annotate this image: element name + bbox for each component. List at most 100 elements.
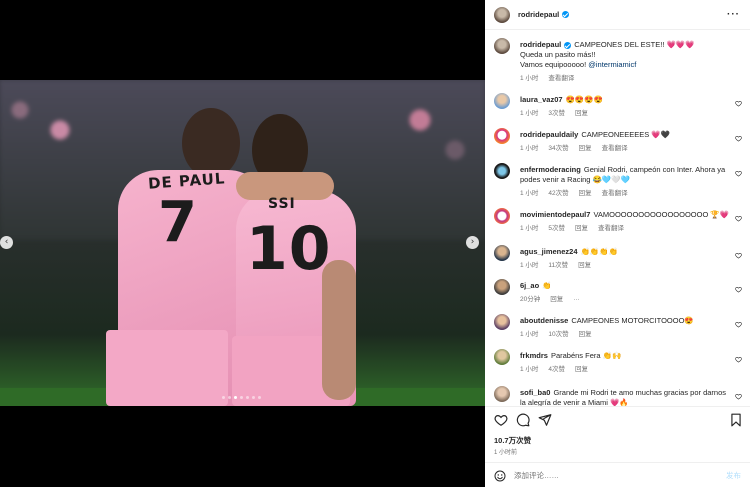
like-count[interactable]: 4次赞 — [548, 365, 565, 375]
reply-button[interactable]: 回复 — [575, 109, 588, 119]
avatar[interactable] — [494, 349, 510, 365]
more-icon[interactable]: ··· — [573, 295, 580, 305]
like-count[interactable]: 11次赞 — [548, 261, 568, 271]
carousel-dot — [258, 396, 261, 399]
comment-username[interactable]: 6j_ao — [520, 281, 539, 290]
timestamp: 1 小时 — [520, 366, 539, 373]
carousel-dot-active — [234, 396, 237, 399]
likes-count[interactable]: 10.7万次赞 — [494, 435, 531, 446]
comment-input[interactable]: 添加评论…… — [514, 470, 726, 481]
heart-icon[interactable] — [735, 135, 742, 142]
instagram-post-modal: DE PAUL 7 SSI 10 ‹ › rodridepaul ··· rod… — [0, 0, 750, 487]
avatar[interactable] — [494, 386, 510, 402]
jersey-number: 10 — [246, 214, 332, 284]
reply-button[interactable]: 回复 — [575, 365, 588, 375]
mention-link[interactable]: @intermiamicf — [588, 60, 636, 69]
reply-button[interactable]: 回复 — [550, 295, 563, 305]
comment-username[interactable]: frkmdrs — [520, 351, 548, 360]
reply-button[interactable]: 回复 — [579, 144, 592, 154]
heart-icon[interactable] — [735, 170, 742, 177]
comment-username[interactable]: laura_vaz07 — [520, 95, 563, 104]
like-count[interactable]: 10次赞 — [548, 330, 568, 340]
reply-button[interactable]: 回复 — [579, 189, 592, 199]
avatar[interactable] — [494, 128, 510, 144]
add-comment-bar: 添加评论…… 发布 — [485, 462, 750, 487]
carousel-dot — [228, 396, 231, 399]
heart-icon[interactable] — [735, 393, 742, 400]
timestamp: 20分钟 — [520, 296, 541, 303]
post-timestamp: 1 小时前 — [494, 450, 518, 456]
comment-text: CAMPEONEEEEES 💗🖤 — [581, 130, 671, 139]
comment-username[interactable]: movimientodepaul7 — [520, 210, 590, 219]
like-count[interactable]: 5次赞 — [548, 224, 565, 234]
post-photo[interactable]: DE PAUL 7 SSI 10 — [0, 80, 485, 406]
comment-username[interactable]: enfermoderacing — [520, 165, 581, 174]
avatar[interactable] — [494, 6, 510, 23]
heart-icon[interactable] — [735, 252, 742, 259]
like-count[interactable]: 3次赞 — [548, 109, 565, 119]
post-comment-button[interactable]: 发布 — [726, 470, 741, 481]
caption-text: Queda un pasito más!! — [520, 50, 596, 59]
caption-text: CAMPEONES DEL ESTE!! 💗💗💗 — [574, 40, 695, 49]
reply-button[interactable]: 回复 — [575, 224, 588, 234]
timestamp: 1 小时 — [520, 145, 539, 152]
comment-text: Grande mi Rodri te amo muchas gracias po… — [520, 388, 727, 406]
avatar[interactable] — [494, 93, 510, 109]
like-count[interactable]: 34次赞 — [548, 144, 568, 154]
chevron-left-icon[interactable]: ‹ — [0, 236, 13, 249]
post-side-panel: rodridepaul ··· rodridepaul CAMPEONES DEL… — [485, 0, 750, 487]
timestamp: 1 小时 — [520, 110, 539, 117]
bookmark-icon[interactable] — [730, 413, 742, 427]
heart-icon[interactable] — [735, 286, 742, 293]
reply-button[interactable]: 回复 — [579, 330, 592, 340]
heart-icon[interactable] — [735, 321, 742, 328]
see-translation-link[interactable]: 查看翻译 — [598, 224, 624, 234]
comment-username[interactable]: agus_jimenez24 — [520, 247, 578, 256]
comment-text: Parabéns Fera 👏🙌 — [550, 351, 622, 360]
post-media: DE PAUL 7 SSI 10 ‹ › — [0, 0, 485, 487]
carousel-dot — [222, 396, 225, 399]
comment-username[interactable]: sofi_ba0 — [520, 388, 550, 397]
timestamp: 1 小时 — [520, 225, 539, 232]
timestamp: 1 小时 — [520, 75, 539, 82]
comment-text: CAMPEONES MOTORCITOOOO😍 — [571, 316, 694, 325]
heart-icon[interactable] — [735, 356, 742, 363]
avatar[interactable] — [494, 38, 510, 54]
comments-list[interactable]: rodridepaul CAMPEONES DEL ESTE!! 💗💗💗 Qued… — [485, 31, 750, 406]
comment-text: 😍😍😍😍 — [565, 95, 603, 104]
post-header: rodridepaul ··· — [485, 0, 750, 30]
more-icon[interactable]: ··· — [727, 9, 740, 20]
share-icon[interactable] — [538, 413, 552, 427]
author-username[interactable]: rodridepaul — [518, 10, 559, 19]
timestamp: 1 小时 — [520, 262, 539, 269]
timestamp: 1 小时 — [520, 190, 539, 197]
see-translation-link[interactable]: 查看翻译 — [548, 74, 574, 84]
carousel-dot — [240, 396, 243, 399]
carousel-dots — [222, 396, 261, 399]
avatar[interactable] — [494, 163, 510, 179]
avatar[interactable] — [494, 279, 510, 295]
caption-text: Vamos equipooooo! — [520, 60, 587, 69]
comment-icon[interactable] — [516, 413, 530, 427]
author-username[interactable]: rodridepaul — [520, 40, 561, 49]
heart-icon[interactable] — [735, 100, 742, 107]
timestamp: 1 小时 — [520, 331, 539, 338]
comment-username[interactable]: aboutdenisse — [520, 316, 568, 325]
comment-username[interactable]: rodridepauldaily — [520, 130, 578, 139]
carousel-dot — [246, 396, 249, 399]
heart-icon[interactable] — [735, 215, 742, 222]
avatar[interactable] — [494, 314, 510, 330]
jersey-name: SSI — [268, 196, 296, 212]
avatar[interactable] — [494, 208, 510, 224]
like-count[interactable]: 42次赞 — [548, 189, 568, 199]
comment-text: 👏 — [542, 281, 552, 290]
emoji-icon[interactable] — [494, 470, 506, 482]
see-translation-link[interactable]: 查看翻译 — [602, 189, 628, 199]
verified-badge-icon — [562, 11, 570, 18]
avatar[interactable] — [494, 245, 510, 261]
chevron-right-icon[interactable]: › — [466, 236, 479, 249]
heart-icon[interactable] — [494, 413, 508, 427]
see-translation-link[interactable]: 查看翻译 — [602, 144, 628, 154]
reply-button[interactable]: 回复 — [578, 261, 591, 271]
comment-text: 👏👏👏👏 — [580, 247, 618, 256]
